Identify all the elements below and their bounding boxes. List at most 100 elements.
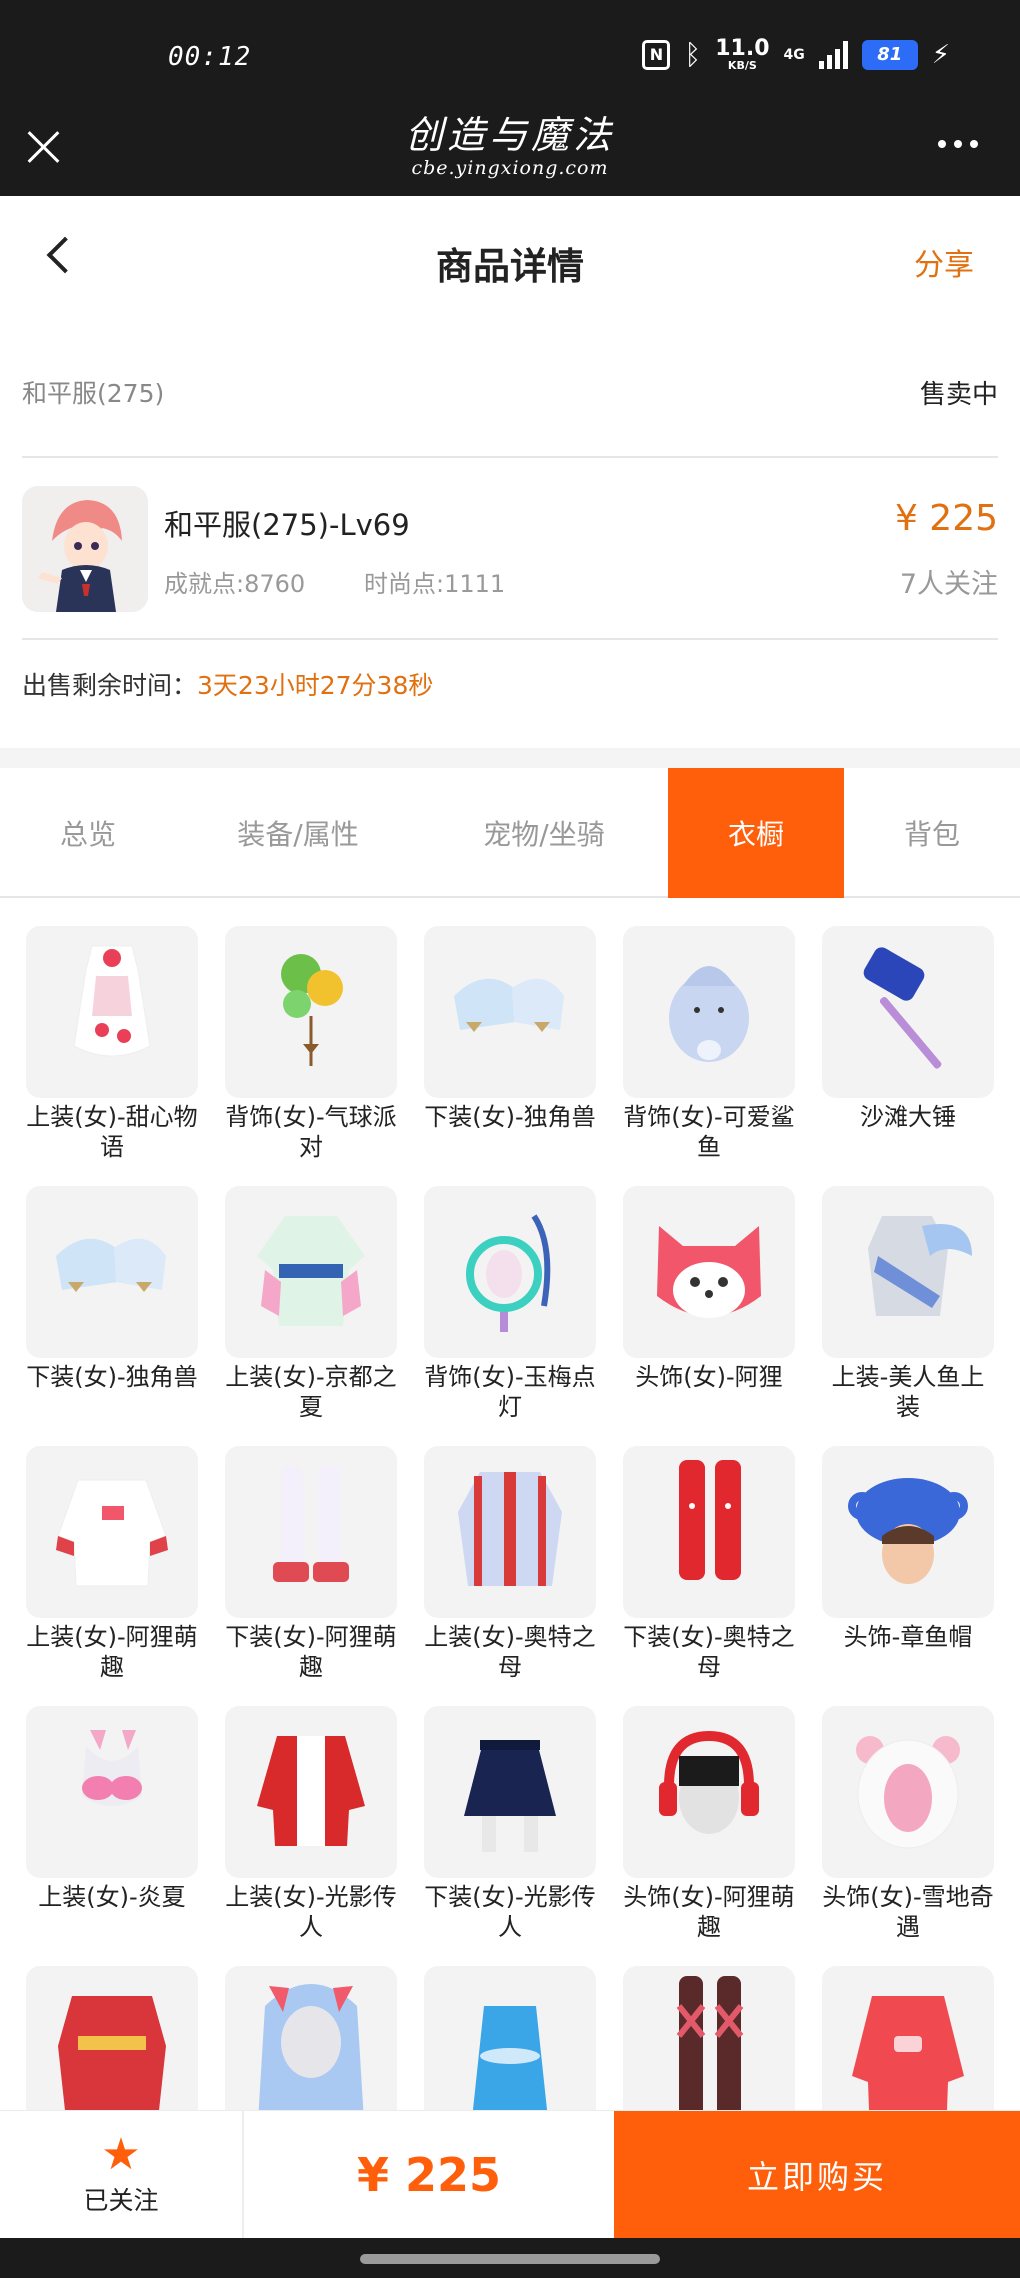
- wardrobe-item[interactable]: 头饰(女)-雪地奇遇: [822, 1706, 994, 1966]
- wardrobe-item-name: 上装(女)-炎夏: [38, 1883, 186, 1911]
- wardrobe-item[interactable]: 上装(女)-光影传人: [225, 1706, 397, 1966]
- star-icon: ★: [101, 2129, 141, 2180]
- wardrobe-item[interactable]: 上装(女)-炎夏: [26, 1706, 198, 1966]
- tab-equipment[interactable]: 装备/属性: [176, 768, 420, 898]
- wardrobe-item[interactable]: 头饰(女)-阿狸萌趣: [623, 1706, 795, 1966]
- bottom-action-bar: ★ 已关注 ¥ 225 立即购买: [0, 2110, 1020, 2239]
- wardrobe-item[interactable]: 上装(女)-甜心物语: [26, 926, 198, 1186]
- divider: [22, 638, 998, 640]
- follow-button[interactable]: ★ 已关注: [0, 2111, 244, 2239]
- wardrobe-item-name: 头饰(女)-雪地奇遇: [822, 1883, 994, 1941]
- wardrobe-item[interactable]: [26, 1966, 198, 2110]
- bikini-icon: [26, 1706, 198, 1878]
- jacket-icon: [225, 1706, 397, 1878]
- nfc-icon: N: [642, 39, 671, 70]
- wardrobe-item[interactable]: 背饰(女)-可爱鲨鱼: [623, 926, 795, 1186]
- suit-top-icon: [424, 1446, 596, 1618]
- wardrobe-item-name: 背饰(女)-气球派对: [225, 1103, 397, 1161]
- wardrobe-item-name: 下装(女)-阿狸萌趣: [225, 1623, 397, 1681]
- sale-status: 售卖中: [919, 380, 998, 410]
- lantern-icon: [424, 1186, 596, 1358]
- charging-icon: ⚡: [931, 39, 950, 70]
- kimono-icon: [225, 1186, 397, 1358]
- blue-hair-icon: [225, 1966, 397, 2110]
- divider: [22, 456, 998, 458]
- hammer-icon: [822, 926, 994, 1098]
- wardrobe-item[interactable]: 下装(女)-独角兽: [26, 1186, 198, 1446]
- wardrobe-item[interactable]: 上装-美人鱼上装: [822, 1186, 994, 1446]
- character-avatar: [22, 486, 148, 612]
- tab-pets[interactable]: 宠物/坐骑: [420, 768, 668, 898]
- boots-icon: [424, 926, 596, 1098]
- leg-wrap-icon: [623, 1966, 795, 2110]
- page-title: 商品详情: [436, 245, 584, 288]
- app-subtitle: cbe.yingxiong.com: [411, 157, 609, 179]
- wardrobe-item[interactable]: 背饰(女)-玉梅点灯: [424, 1186, 596, 1446]
- wardrobe-item-name: 下装(女)-奥特之母: [623, 1623, 795, 1681]
- red-hoodie-icon: [822, 1966, 994, 2110]
- wardrobe-item-name: 下装(女)-独角兽: [26, 1363, 198, 1391]
- wardrobe-item-name: 头饰(女)-阿狸萌趣: [623, 1883, 795, 1941]
- wardrobe-item[interactable]: 头饰-章鱼帽: [822, 1446, 994, 1706]
- share-button[interactable]: 分享: [914, 240, 974, 284]
- status-icons: N ᛒ 11.0 KB/S 4G 81 ⚡: [642, 38, 950, 71]
- wardrobe-item-name: 背饰(女)-可爱鲨鱼: [623, 1103, 795, 1161]
- wardrobe-item-name: 上装(女)-阿狸萌趣: [26, 1623, 198, 1681]
- wardrobe-item[interactable]: 下装(女)-奥特之母: [623, 1446, 795, 1706]
- remaining-time-value: 3天23小时27分38秒: [197, 671, 434, 700]
- wardrobe-item-name: 下装(女)-独角兽: [424, 1103, 596, 1131]
- server-label: 和平服(275): [22, 379, 165, 408]
- wardrobe-item[interactable]: 上装(女)-京都之夏: [225, 1186, 397, 1446]
- wardrobe-item-name: 背饰(女)-玉梅点灯: [424, 1363, 596, 1421]
- wardrobe-item-name: 上装(女)-光影传人: [225, 1883, 397, 1941]
- status-bar: 00:12 N ᛒ 11.0 KB/S 4G 81 ⚡: [0, 0, 1020, 100]
- wardrobe-item-name: 头饰-章鱼帽: [843, 1623, 973, 1651]
- wardrobe-item-name: 沙滩大锤: [860, 1103, 956, 1131]
- buy-now-button[interactable]: 立即购买: [614, 2111, 1020, 2239]
- speed-value: 11.0: [715, 36, 770, 61]
- network-type: 4G: [783, 46, 805, 63]
- bear-hood-icon: [822, 1706, 994, 1878]
- wardrobe-item[interactable]: 下装(女)-阿狸萌趣: [225, 1446, 397, 1706]
- skirt-icon: [424, 1706, 596, 1878]
- wardrobe-item[interactable]: [623, 1966, 795, 2110]
- home-indicator[interactable]: [360, 2254, 660, 2264]
- wardrobe-item[interactable]: 上装(女)-阿狸萌趣: [26, 1446, 198, 1706]
- wardrobe-item[interactable]: 背饰(女)-气球派对: [225, 926, 397, 1186]
- page-header: 商品详情 分享: [0, 196, 1020, 326]
- wardrobe-item[interactable]: [822, 1966, 994, 2110]
- wardrobe-item-name: 上装(女)-甜心物语: [26, 1103, 198, 1161]
- octopus-hat-icon: [822, 1446, 994, 1618]
- wardrobe-item[interactable]: 沙滩大锤: [822, 926, 994, 1186]
- dress-icon: [26, 926, 198, 1098]
- wardrobe-item-name: 头饰(女)-阿狸: [635, 1363, 783, 1391]
- red-robe-icon: [26, 1966, 198, 2110]
- fashion-points: 时尚点:1111: [364, 570, 506, 598]
- tab-bar: 总览 装备/属性 宠物/坐骑 衣橱 背包: [0, 768, 1020, 898]
- product-info-card: 和平服(275) 售卖中 和平服(275)-Lv69 成就点:8760 时尚点:…: [0, 326, 1020, 748]
- hoodie-icon: [26, 1446, 198, 1618]
- app-header: 创造与魔法 cbe.yingxiong.com: [0, 100, 1020, 196]
- red-boots-icon: [623, 1446, 795, 1618]
- wardrobe-item[interactable]: 下装(女)-独角兽: [424, 926, 596, 1186]
- tab-wardrobe[interactable]: 衣橱: [668, 768, 844, 898]
- follow-label: 已关注: [83, 2186, 159, 2215]
- remaining-time: 出售剩余时间：3天23小时27分38秒: [22, 666, 433, 702]
- tab-backpack[interactable]: 背包: [844, 768, 1020, 898]
- wardrobe-item[interactable]: [424, 1966, 596, 2110]
- more-icon[interactable]: [938, 140, 978, 148]
- remaining-time-label: 出售剩余时间：: [22, 671, 198, 700]
- wardrobe-item[interactable]: 上装(女)-奥特之母: [424, 1446, 596, 1706]
- wardrobe-item[interactable]: 头饰(女)-阿狸: [623, 1186, 795, 1446]
- wardrobe-item-name: 下装(女)-光影传人: [424, 1883, 596, 1941]
- speed-unit: KB/S: [727, 59, 757, 72]
- battery-icon: 81: [861, 39, 918, 70]
- headphones-icon: [623, 1706, 795, 1878]
- balloon-icon: [225, 926, 397, 1098]
- stockings-icon: [225, 1446, 397, 1618]
- wardrobe-item[interactable]: [225, 1966, 397, 2110]
- item-name: 和平服(275)-Lv69: [164, 508, 410, 542]
- gesture-nav-bar: [0, 2238, 1020, 2278]
- tab-overview[interactable]: 总览: [0, 768, 176, 898]
- wardrobe-item[interactable]: 下装(女)-光影传人: [424, 1706, 596, 1966]
